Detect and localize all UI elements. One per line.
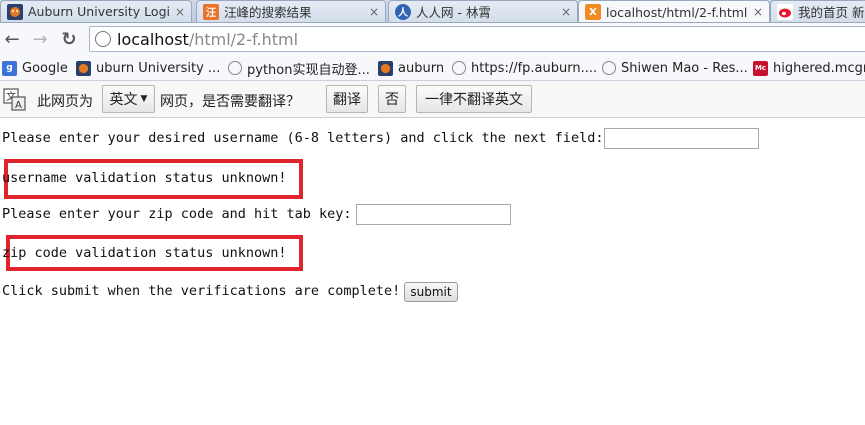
bookmark-label: Shiwen Mao - Res... [621, 60, 748, 76]
globe-icon [228, 61, 242, 75]
submit-prompt: Click submit when the verifications are … [2, 283, 401, 299]
bookmark-label: highered.mcgraw [773, 60, 865, 76]
tab-label: 我的首页 新浪 [798, 5, 865, 20]
username-status: username validation status unknown! [2, 170, 287, 186]
dropdown-arrow-icon: ▼ [140, 94, 148, 104]
bookmark-label: Google [22, 60, 68, 76]
no-translate-button[interactable]: 否 [378, 85, 406, 113]
translate-question: 网页，是否需要翻译？ [160, 94, 300, 110]
reload-button[interactable]: ↻ [59, 28, 79, 50]
tab-strip: Auburn University Login × 汪 汪峰的搜索结果 × 人 … [0, 0, 865, 23]
tab-localhost-active[interactable]: X localhost/html/2-f.html × [578, 0, 770, 22]
close-tab-icon[interactable]: × [561, 5, 571, 19]
never-translate-english-button[interactable]: 一律不翻译英文 [416, 85, 532, 113]
tab-auburn-login[interactable]: Auburn University Login × [0, 0, 192, 22]
translate-prefix: 此网页为 [37, 94, 93, 110]
renren-icon: 人 [395, 3, 411, 20]
username-input[interactable] [604, 128, 759, 149]
language-select[interactable]: 英文 ▼ [102, 85, 155, 113]
bookmark-label: python实现自动登... [247, 62, 370, 78]
auburn-tiger-icon [7, 3, 23, 20]
svg-text:A: A [15, 100, 22, 111]
bookmark-shiwen-mao[interactable]: Shiwen Mao - Res... [602, 59, 748, 77]
zip-code-input[interactable] [356, 204, 511, 225]
close-tab-icon[interactable]: × [369, 5, 379, 19]
page-content: Please enter your desired username (6-8 … [0, 118, 865, 425]
tab-label: Auburn University Login [28, 4, 169, 19]
tab-label: 人人网 - 林霄 [416, 5, 491, 20]
language-value: 英文 [109, 92, 138, 108]
translate-button[interactable]: 翻译 [326, 85, 368, 113]
submit-button[interactable]: submit [404, 282, 458, 302]
bookmark-label: auburn [398, 60, 445, 76]
bookmark-label: https://fp.auburn.... [471, 60, 598, 76]
bookmark-highered-mcgraw[interactable]: Mc highered.mcgraw [753, 59, 865, 77]
bookmark-google[interactable]: g Google [2, 59, 68, 77]
username-prompt: Please enter your desired username (6-8 … [2, 130, 604, 146]
mcgraw-hill-icon: Mc [753, 60, 768, 76]
bookmark-fp-auburn[interactable]: https://fp.auburn.... [452, 59, 597, 77]
xampp-icon: X [585, 4, 601, 20]
tab-label: 汪峰的搜索结果 [224, 5, 312, 20]
auburn-tiger-icon [76, 60, 91, 76]
address-bar[interactable]: localhost/html/2-f.html [89, 26, 865, 52]
tab-renren[interactable]: 人 人人网 - 林霄 × [388, 0, 578, 22]
back-arrow-icon: ← [4, 28, 20, 50]
auburn-tiger-icon [378, 60, 393, 76]
bookmark-python[interactable]: python实现自动登... [228, 59, 370, 78]
back-button[interactable]: ← [2, 28, 22, 50]
tab-weibo[interactable]: 我的首页 新浪 [770, 0, 865, 22]
tab-search-results[interactable]: 汪 汪峰的搜索结果 × [196, 0, 386, 22]
zip-prompt: Please enter your zip code and hit tab k… [2, 206, 352, 222]
google-icon: g [2, 60, 17, 76]
url-path: /html/2-f.html [188, 29, 299, 49]
browser-toolbar: ← → ↻ localhost/html/2-f.html [0, 23, 865, 56]
bookmark-auburn-university[interactable]: uburn University ... [76, 59, 220, 77]
weibo-icon [777, 3, 793, 20]
zip-status: zip code validation status unknown! [2, 245, 287, 261]
forward-button[interactable]: → [30, 28, 50, 50]
close-tab-icon[interactable]: × [753, 5, 763, 19]
bookmark-auburn[interactable]: auburn [378, 59, 444, 77]
globe-icon [602, 61, 616, 75]
translate-icon: 文 A [3, 88, 26, 111]
bookmark-label: uburn University ... [96, 60, 221, 76]
tab-label: localhost/html/2-f.html [606, 4, 747, 20]
url-host: localhost [117, 29, 189, 49]
forward-arrow-icon: → [32, 28, 48, 50]
search-result-icon: 汪 [203, 3, 219, 20]
close-tab-icon[interactable]: × [175, 5, 185, 19]
bookmarks-bar: g Google uburn University ... python实现自动… [0, 56, 865, 81]
translate-bar: 文 A 此网页为 英文 ▼ 网页，是否需要翻译？ 翻译 否 一律不翻译英文 [0, 81, 865, 118]
globe-icon [452, 61, 466, 75]
reload-icon: ↻ [61, 28, 77, 50]
page-info-icon[interactable] [95, 31, 111, 47]
